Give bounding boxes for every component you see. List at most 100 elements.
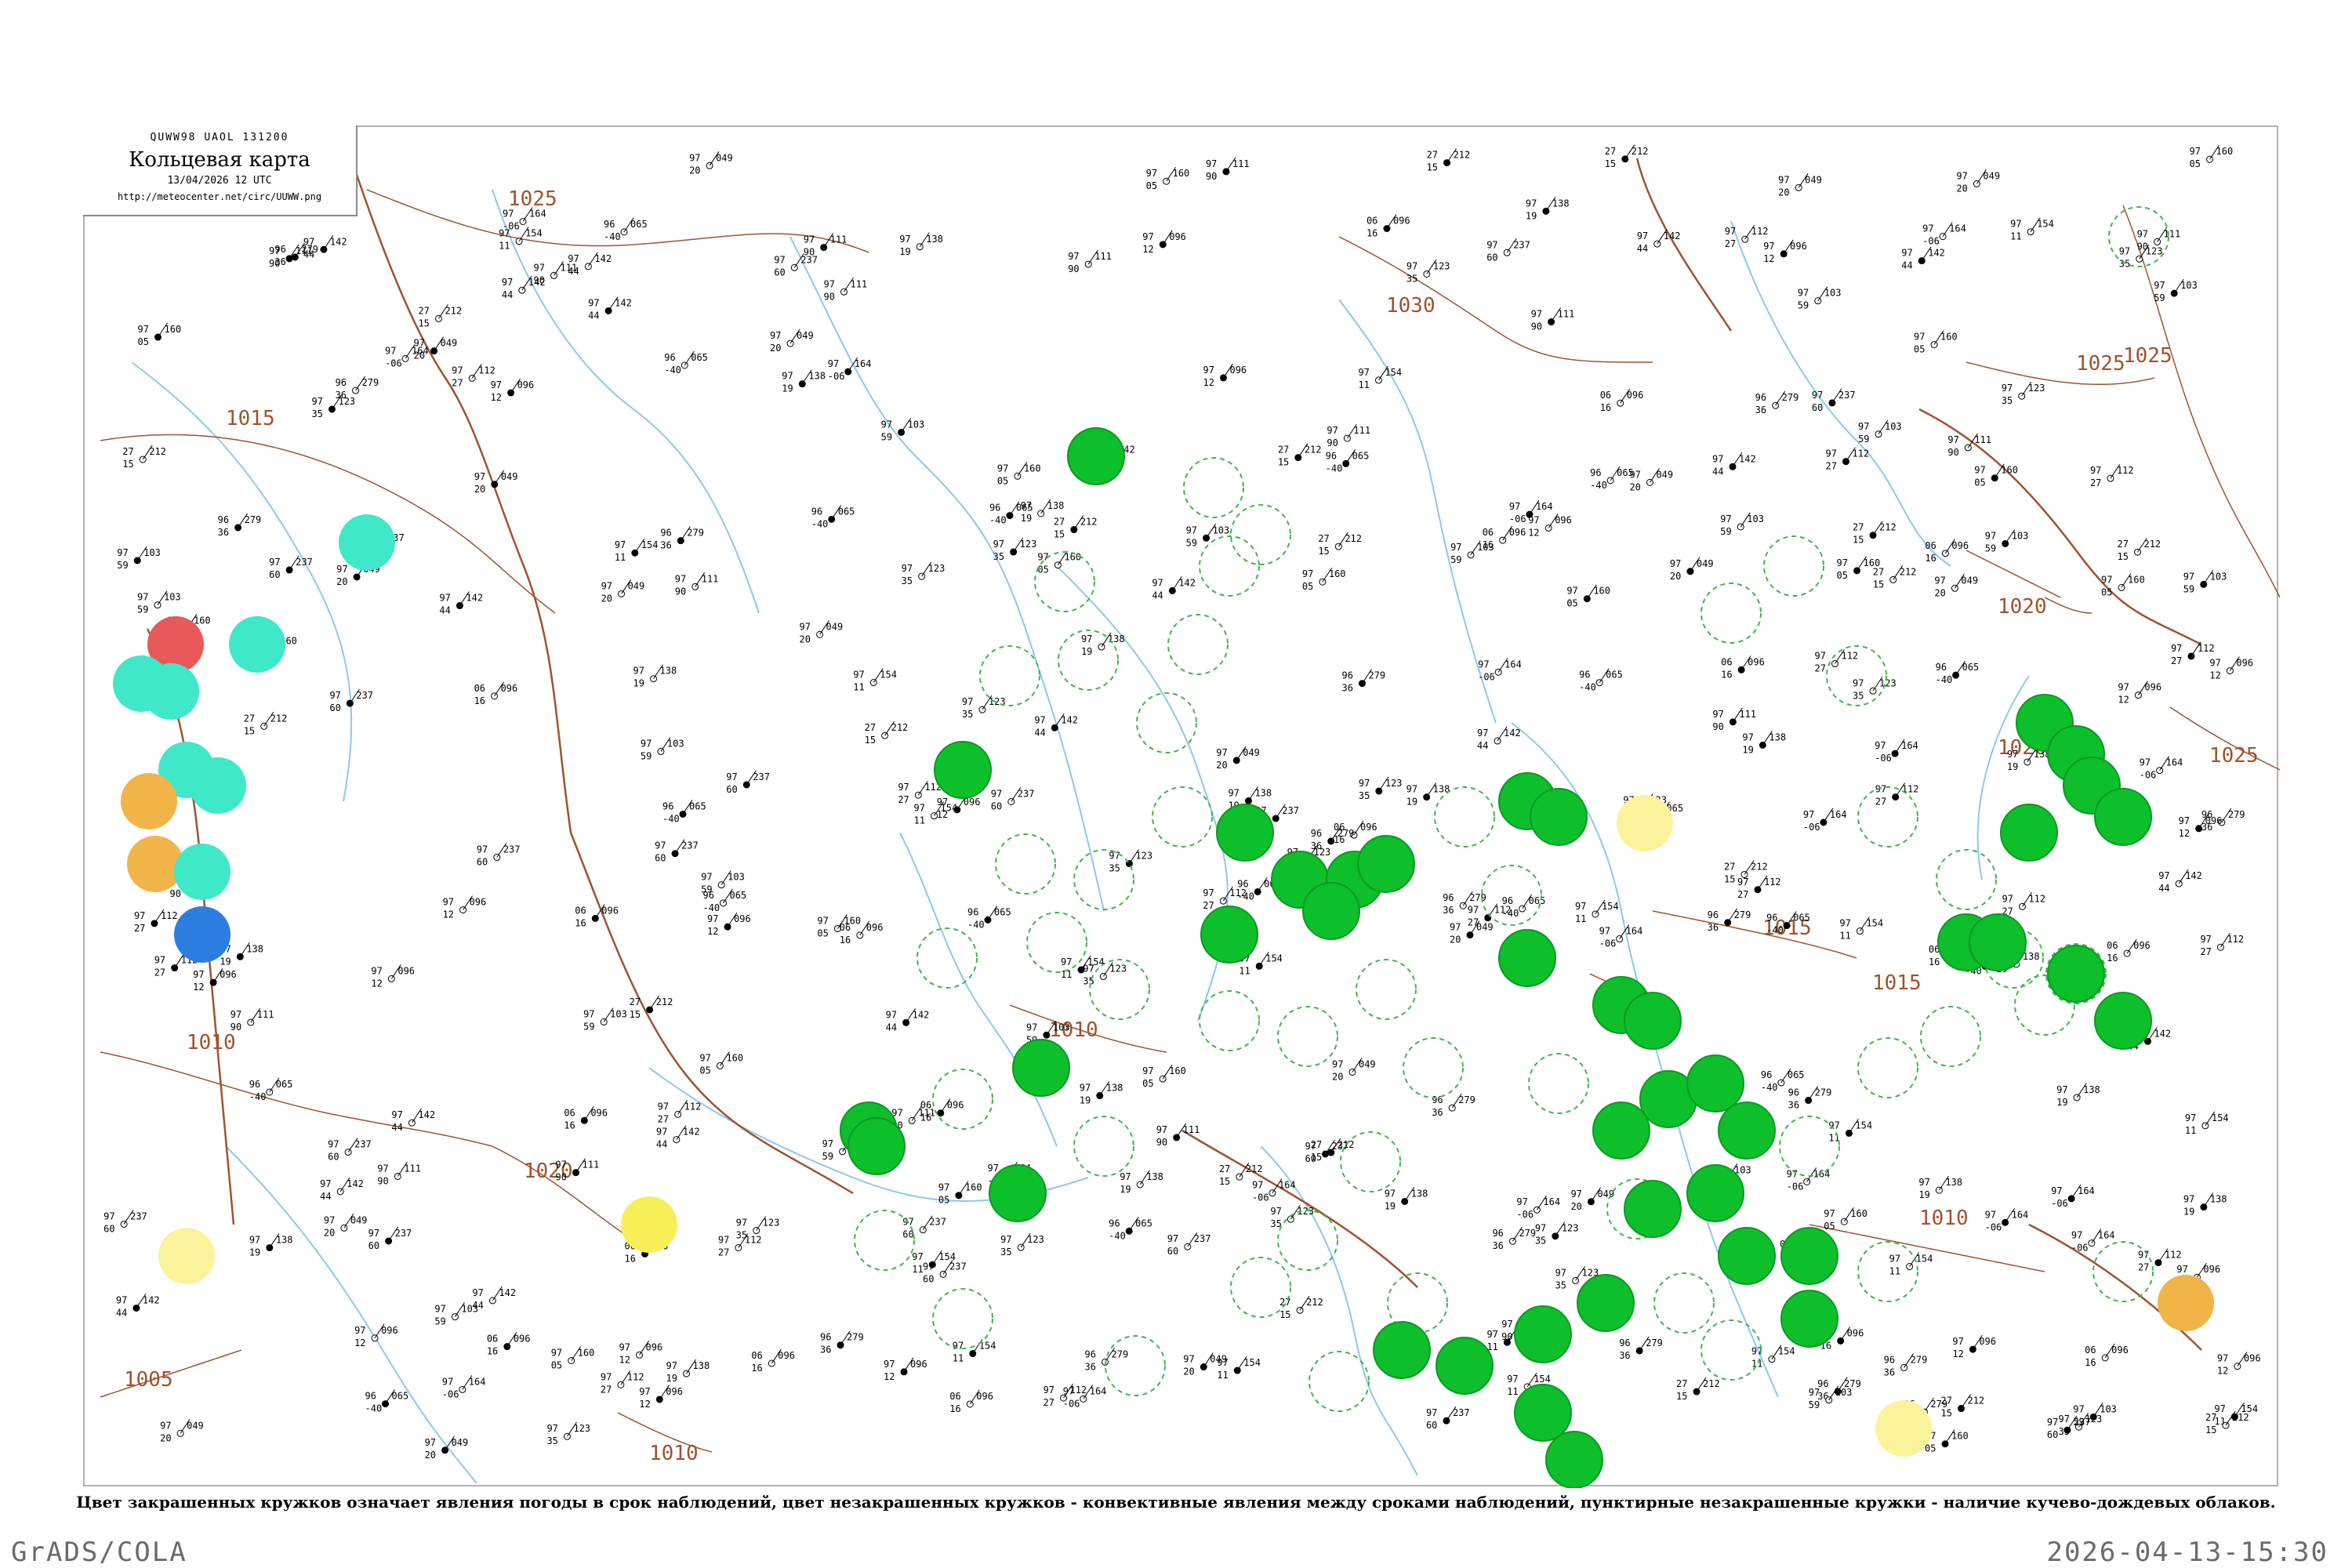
cb-cloud-circle xyxy=(1073,1116,1134,1177)
station-marker xyxy=(790,263,798,271)
station-dew: 19 xyxy=(1742,744,1753,755)
station-temp: 97 xyxy=(699,1052,710,1063)
station-dew: -40 xyxy=(967,919,985,930)
station-temp: 27 xyxy=(1853,522,1864,533)
station-marker xyxy=(2154,238,2161,245)
station-dew: 19 xyxy=(2183,1207,2194,1218)
station-dew: 36 xyxy=(660,540,671,551)
station-temp: 96 xyxy=(1884,1354,1895,1365)
station-temp: 97 xyxy=(1985,530,1996,541)
station-pressure: 103 xyxy=(2012,530,2029,541)
precip-circle xyxy=(1624,992,1682,1050)
station-marker xyxy=(1646,478,1653,486)
station-temp: 97 xyxy=(425,1437,436,1448)
station-pressure: 160 xyxy=(1951,1431,1969,1442)
station-temp: 96 xyxy=(967,906,978,917)
station-pressure: 049 xyxy=(716,152,733,163)
station-temp: 97 xyxy=(160,1420,171,1431)
cb-cloud-circle xyxy=(1308,1351,1370,1412)
station-temp: 97 xyxy=(452,365,463,376)
station-dew: 05 xyxy=(1824,1221,1835,1232)
station-dew: 12 xyxy=(2179,828,2190,839)
station-temp: 97 xyxy=(881,419,892,430)
station-dew: 60 xyxy=(1167,1246,1178,1257)
station-dew: 12 xyxy=(371,978,382,989)
station-pressure: 142 xyxy=(1061,714,1078,725)
station-temp: 27 xyxy=(1318,533,1329,544)
cb-cloud-circle xyxy=(1230,1257,1291,1318)
station-temp: 97 xyxy=(320,1178,331,1189)
station-pressure: 154 xyxy=(525,228,543,239)
station-temp: 97 xyxy=(2217,1353,2228,1364)
station-dew: 05 xyxy=(997,475,1008,486)
station-pressure: 154 xyxy=(1866,918,1883,929)
station-pressure: 103 xyxy=(143,547,161,558)
station-pressure: 212 xyxy=(891,722,909,733)
cb-cloud-circle xyxy=(1763,535,1824,597)
station-dew: 12 xyxy=(491,392,502,403)
station-dew: 19 xyxy=(2007,761,2018,772)
station-pressure: 049 xyxy=(1597,1189,1614,1200)
station-dew: 44 xyxy=(391,1122,402,1133)
station-marker xyxy=(591,914,599,922)
station-temp: 97 xyxy=(1167,1233,1178,1244)
station-marker xyxy=(679,810,687,818)
station-pressure: 279 xyxy=(1458,1094,1475,1105)
station-dew: 90 xyxy=(230,1022,241,1033)
station-dew: 20 xyxy=(414,350,425,361)
station-pressure: 112 xyxy=(1902,784,1919,795)
station-dew: 15 xyxy=(1873,579,1884,590)
station-temp: 96 xyxy=(664,352,675,363)
station-pressure: 111 xyxy=(1558,309,1575,320)
station-temp: 97 xyxy=(414,338,425,349)
station-pressure: 111 xyxy=(1232,158,1250,169)
station-temp: 97 xyxy=(1531,309,1542,320)
station-dew: 15 xyxy=(1427,162,1438,173)
station-temp: 96 xyxy=(1443,892,1454,903)
station-dew: 27 xyxy=(2090,477,2101,488)
station-temp: 97 xyxy=(2176,1264,2187,1275)
station-dew: 16 xyxy=(1721,669,1732,680)
station-pressure: 164 xyxy=(2098,1230,2115,1241)
station-dew: 59 xyxy=(641,751,652,762)
precip-circle xyxy=(1969,913,2027,971)
precip-circle xyxy=(1373,1321,1431,1379)
station-temp: 97 xyxy=(914,803,925,814)
station-dew: 05 xyxy=(1974,477,1985,488)
station-dew: 05 xyxy=(817,928,828,939)
river-line xyxy=(225,1145,477,1484)
station-temp: 97 xyxy=(1985,1209,1996,1220)
station-dew: 44 xyxy=(1637,243,1648,254)
station-pressure: 112 xyxy=(2117,465,2134,476)
station-dew: 20 xyxy=(1183,1367,1194,1377)
station-dew: -40 xyxy=(664,365,681,376)
station-pressure: 142 xyxy=(2185,870,2202,881)
station-temp: 96 xyxy=(811,506,822,517)
station-temp: 97 xyxy=(377,1163,388,1174)
station-pressure: 279 xyxy=(2228,809,2245,820)
station-marker xyxy=(881,731,889,739)
station-dew: -06 xyxy=(1509,514,1526,524)
cb-cloud-circle xyxy=(1356,959,1417,1020)
station-pressure: 138 xyxy=(246,943,263,954)
station-dew: -06 xyxy=(1922,236,1940,247)
station-temp: 97 xyxy=(1081,633,1092,644)
station-pressure: 096 xyxy=(517,379,535,390)
isobar-line xyxy=(1809,1224,2045,1272)
station-pressure: 142 xyxy=(499,1287,516,1298)
station-marker xyxy=(820,244,828,252)
station-temp: 97 xyxy=(633,666,644,677)
station-temp: 27 xyxy=(1427,150,1438,161)
station-temp: 97 xyxy=(1406,260,1417,271)
map-url[interactable]: http://meteocenter.net/circ/UUWW.png xyxy=(83,191,356,202)
precip-circle xyxy=(2094,992,2152,1050)
station-dew: -40 xyxy=(249,1091,267,1102)
station-pressure: 096 xyxy=(590,1107,608,1118)
station-pressure: 096 xyxy=(1509,527,1526,538)
station-dew: 35 xyxy=(1359,790,1370,801)
station-dew: 59 xyxy=(1186,537,1197,548)
station-pressure: 065 xyxy=(691,352,708,363)
station-pressure: 065 xyxy=(276,1079,293,1090)
station-pressure: 279 xyxy=(687,528,704,539)
station-dew: 16 xyxy=(1367,228,1377,239)
